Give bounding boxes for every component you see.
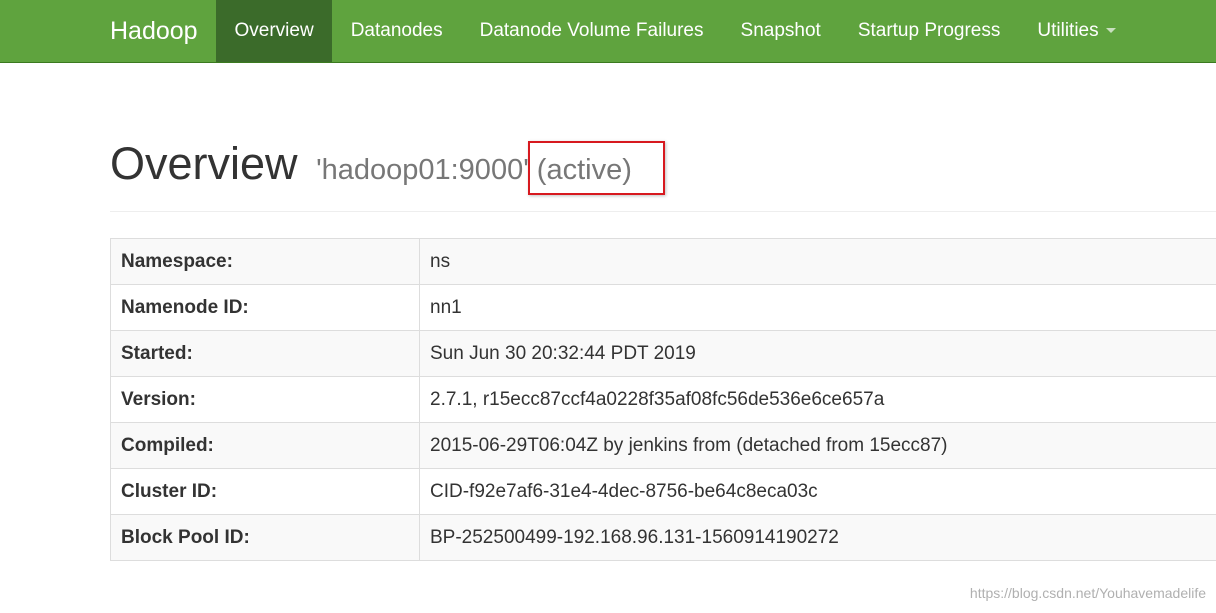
nav-item-label: Datanode Volume Failures <box>479 20 704 41</box>
row-label: Cluster ID: <box>110 468 420 515</box>
nav-item-utilities-dropdown[interactable]: Utilities <box>1019 0 1134 62</box>
overview-table: Namespace: ns Namenode ID: nn1 Started: … <box>110 238 1216 561</box>
row-value: nn1 <box>419 284 1216 331</box>
row-label: Namenode ID: <box>110 284 420 331</box>
nav-item-datanode-volume-failures[interactable]: Datanode Volume Failures <box>461 0 722 62</box>
annotation-highlight-box <box>528 141 665 195</box>
row-label: Compiled: <box>110 422 420 469</box>
table-row: Cluster ID: CID-f92e7af6-31e4-4dec-8756-… <box>110 468 1216 515</box>
table-row: Version: 2.7.1, r15ecc87ccf4a0228f35af08… <box>110 376 1216 423</box>
nav-item-datanodes[interactable]: Datanodes <box>332 0 461 62</box>
nav-item-label: Snapshot <box>740 20 821 41</box>
row-value: 2.7.1, r15ecc87ccf4a0228f35af08fc56de536… <box>419 376 1216 423</box>
row-label: Namespace: <box>110 238 420 285</box>
brand-logo[interactable]: Hadoop <box>110 0 198 63</box>
top-navbar: Hadoop Overview Datanodes Datanode Volum… <box>0 0 1216 63</box>
table-row: Namespace: ns <box>110 238 1216 285</box>
row-label: Started: <box>110 330 420 377</box>
nav-item-startup-progress[interactable]: Startup Progress <box>839 0 1019 62</box>
nav-item-label: Overview <box>234 20 314 41</box>
nav-menu: Overview Datanodes Datanode Volume Failu… <box>216 0 1134 63</box>
row-value: ns <box>419 238 1216 285</box>
nav-item-label: Utilities <box>1037 20 1099 41</box>
table-row: Started: Sun Jun 30 20:32:44 PDT 2019 <box>110 330 1216 377</box>
nav-item-snapshot[interactable]: Snapshot <box>722 0 839 62</box>
row-value: BP-252500499-192.168.96.131-156091419027… <box>419 514 1216 561</box>
page-title-text: Overview <box>110 138 298 189</box>
caret-down-icon <box>1105 28 1116 34</box>
nav-item-label: Startup Progress <box>857 20 1001 41</box>
table-row: Compiled: 2015-06-29T06:04Z by jenkins f… <box>110 422 1216 469</box>
row-label: Block Pool ID: <box>110 514 420 561</box>
table-row: Block Pool ID: BP-252500499-192.168.96.1… <box>110 514 1216 561</box>
watermark-text: https://blog.csdn.net/Youhavemadelife <box>969 585 1206 601</box>
table-row: Namenode ID: nn1 <box>110 284 1216 331</box>
row-value: 2015-06-29T06:04Z by jenkins from (detac… <box>419 422 1216 469</box>
row-label: Version: <box>110 376 420 423</box>
row-value: Sun Jun 30 20:32:44 PDT 2019 <box>419 330 1216 377</box>
nav-item-label: Datanodes <box>350 20 443 41</box>
namenode-host: 'hadoop01:9000' <box>316 154 529 186</box>
row-value: CID-f92e7af6-31e4-4dec-8756-be64c8eca03c <box>419 468 1216 515</box>
nav-item-overview[interactable]: Overview <box>216 0 333 62</box>
